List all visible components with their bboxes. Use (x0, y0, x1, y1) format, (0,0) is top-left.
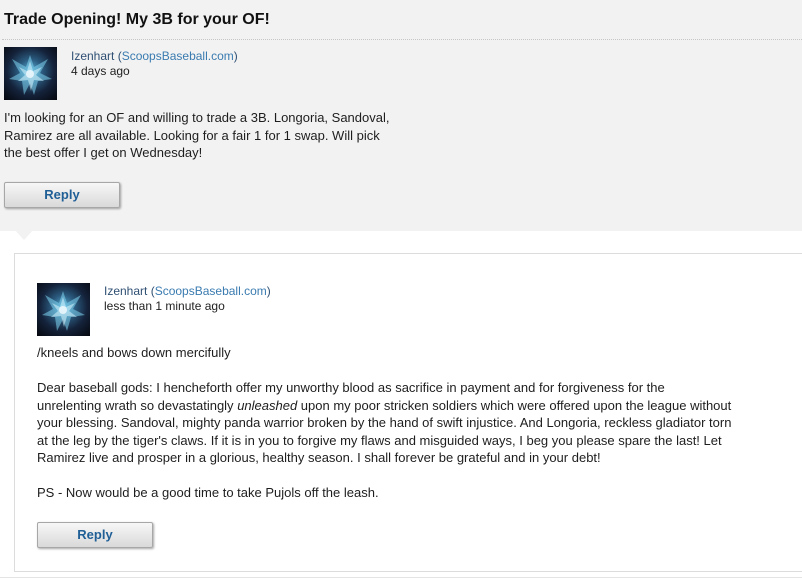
post-body-line: I'm looking for an OF and willing to tra… (4, 110, 390, 125)
post-body: I'm looking for an OF and willing to tra… (4, 109, 389, 162)
avatar-image-icon (9, 55, 52, 95)
post-timestamp: 4 days ago (71, 64, 130, 78)
avatar-image-icon (42, 291, 85, 331)
reply-meta: Izenhart (ScoopsBaseball.com) less than … (104, 284, 271, 313)
reply-line: at the leg by the tiger's claws. If it i… (37, 432, 722, 448)
title-divider (2, 39, 802, 40)
site-link[interactable]: ScoopsBaseball.com (122, 49, 234, 63)
reply-comment: Izenhart (ScoopsBaseball.com) less than … (14, 253, 802, 572)
author-link[interactable]: Izenhart (104, 284, 147, 298)
thread-title: Trade Opening! My 3B for your OF! (4, 11, 270, 28)
author-link[interactable]: Izenhart (71, 49, 114, 63)
post-body-line: Ramirez are all available. Looking for a… (4, 127, 380, 143)
reply-body: /kneels and bows down mercifully Dear ba… (37, 344, 731, 502)
avatar[interactable] (37, 283, 90, 336)
reply-line: Ramirez live and prosper in a glorious, … (37, 450, 601, 465)
post-meta: Izenhart (ScoopsBaseball.com) 4 days ago (71, 49, 238, 78)
reply-ps: PS - Now would be a good time to take Pu… (37, 485, 379, 500)
reply-line: your blessing. Sandoval, mighty panda wa… (37, 415, 732, 430)
speech-pointer (14, 229, 34, 240)
post-body-line: the best offer I get on Wednesday! (4, 145, 203, 160)
bottom-divider (0, 577, 802, 578)
reply-line: /kneels and bows down mercifully (37, 345, 231, 360)
thread-header: Trade Opening! My 3B for your OF! Izenha… (0, 0, 802, 231)
reply-button[interactable]: Reply (4, 182, 120, 208)
reply-line: unrelenting wrath so devastatingly unlea… (37, 397, 732, 413)
reply-line: Dear baseball gods: I hencheforth offer … (37, 380, 665, 395)
site-link[interactable]: ScoopsBaseball.com (155, 284, 267, 298)
reply-button[interactable]: Reply (37, 522, 153, 548)
avatar[interactable] (4, 47, 57, 100)
reply-timestamp: less than 1 minute ago (104, 299, 225, 313)
